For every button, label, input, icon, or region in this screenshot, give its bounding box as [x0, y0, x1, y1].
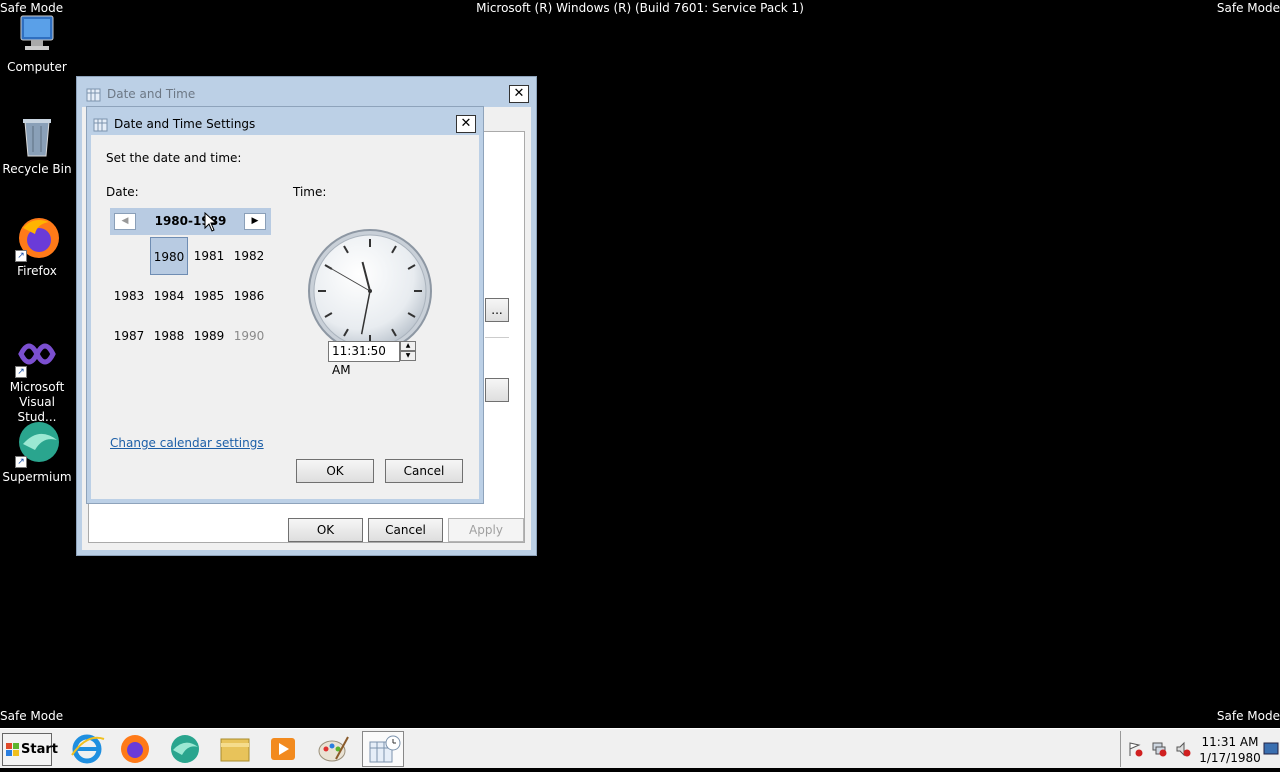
firefox-icon — [121, 735, 149, 763]
paint-icon — [318, 736, 349, 762]
taskbar-date: 1/17/1980 — [1199, 751, 1261, 765]
start-label: Start — [21, 742, 58, 757]
year-cell[interactable]: 1986 — [230, 277, 268, 315]
recycle-bin-icon — [13, 112, 61, 160]
ok-button[interactable]: OK — [288, 518, 363, 542]
desktop-icon-supermium[interactable]: ↗ Supermium — [0, 420, 74, 485]
windows-build-label: Microsoft (R) Windows (R) (Build 7601: S… — [476, 1, 804, 15]
safe-mode-label-bottom-right: Safe Mode — [1216, 709, 1280, 723]
visual-studio-icon: ↗ — [13, 330, 61, 378]
partial-button[interactable]: ... — [485, 298, 509, 322]
dialog-title: Date and Time Settings — [114, 117, 256, 131]
supermium-icon: ↗ — [13, 420, 61, 468]
action-center-flag-icon[interactable] — [1127, 741, 1143, 757]
computer-icon — [13, 10, 61, 58]
date-label: Date: — [106, 185, 139, 199]
close-icon[interactable]: ✕ — [456, 115, 476, 133]
desktop-icon-label: Recycle Bin — [2, 162, 72, 176]
desktop-icon-label: Computer — [7, 60, 67, 74]
cancel-button[interactable]: Cancel — [385, 459, 463, 483]
date-time-icon — [86, 88, 101, 102]
year-cell[interactable]: 1990 — [230, 317, 268, 355]
network-icon[interactable] — [1151, 741, 1167, 757]
desktop-icon-computer[interactable]: Computer — [0, 10, 74, 75]
taskbar: Start 11:31 AM 1/17/1980 — [0, 728, 1280, 768]
volume-icon[interactable] — [1175, 741, 1191, 757]
start-button[interactable]: Start — [2, 733, 58, 766]
date-and-time-settings-dialog: Date and Time Settings ✕ Set the date an… — [86, 106, 484, 504]
year-cell[interactable]: 1980 — [150, 237, 188, 275]
shortcut-arrow-icon: ↗ — [15, 366, 27, 378]
time-down-arrow-icon[interactable]: ▼ — [400, 351, 416, 361]
year-cell[interactable]: 1983 — [110, 277, 148, 315]
desktop-icon-label: Microsoft Visual Stud... — [9, 380, 65, 424]
system-tray: 11:31 AM 1/17/1980 — [1120, 731, 1280, 767]
year-cell[interactable]: 1981 — [190, 237, 228, 275]
time-up-arrow-icon[interactable]: ▲ — [400, 341, 416, 351]
date-time-icon — [369, 735, 401, 763]
windows-logo-icon — [6, 743, 19, 756]
taskbar-time: 11:31 AM — [1201, 735, 1259, 749]
year-cell[interactable]: 1982 — [230, 237, 268, 275]
date-time-icon — [93, 118, 108, 132]
mouse-cursor-icon — [204, 212, 216, 232]
desktop-icon-label: Supermium — [2, 470, 72, 484]
year-cell[interactable]: 1985 — [190, 277, 228, 315]
ok-button[interactable]: OK — [296, 459, 374, 483]
desktop-icon-visual-studio[interactable]: ↗ Microsoft Visual Stud... — [0, 330, 74, 425]
shortcut-arrow-icon: ↗ — [15, 250, 27, 262]
show-desktop-icon[interactable] — [1263, 741, 1279, 757]
safe-mode-label-bottom-left: Safe Mode — [0, 709, 64, 723]
year-cell[interactable]: 1988 — [150, 317, 188, 355]
shortcut-arrow-icon: ↗ — [15, 456, 27, 468]
year-cell[interactable]: 1987 — [110, 317, 148, 355]
firefox-icon: ↗ — [13, 214, 61, 262]
change-calendar-settings-link[interactable]: Change calendar settings — [110, 436, 264, 450]
desktop-icon-firefox[interactable]: ↗ Firefox — [0, 214, 74, 279]
supermium-icon — [171, 735, 199, 763]
desktop-icon-label: Firefox — [17, 264, 57, 278]
partial-button-2[interactable] — [485, 378, 509, 402]
taskbar-firefox[interactable] — [114, 731, 156, 767]
cancel-button[interactable]: Cancel — [368, 518, 443, 542]
internet-explorer-icon — [71, 734, 105, 764]
year-cell[interactable]: 1984 — [150, 277, 188, 315]
calendar-header: ◀ 1980-1989 ▶ — [110, 208, 271, 235]
desktop-icon-recycle-bin[interactable]: Recycle Bin — [0, 112, 74, 177]
window-titlebar[interactable]: Date and Time ✕ — [77, 77, 536, 107]
taskbar-internet-explorer[interactable] — [66, 731, 108, 767]
year-cell[interactable]: 1989 — [190, 317, 228, 355]
window-title: Date and Time — [107, 87, 196, 101]
close-icon[interactable]: ✕ — [509, 85, 529, 103]
safe-mode-label-top-right: Safe Mode — [1216, 1, 1280, 15]
file-explorer-icon — [220, 738, 250, 762]
taskbar-media-player[interactable] — [262, 731, 304, 767]
next-decade-button[interactable]: ▶ — [244, 213, 266, 230]
taskbar-paint[interactable] — [312, 731, 354, 767]
time-input: 11:31:50 AM ▲ ▼ — [328, 341, 418, 377]
dialog-body: Set the date and time: Date: Time: ◀ 198… — [91, 135, 479, 499]
taskbar-date-time[interactable] — [362, 731, 404, 767]
media-player-icon — [271, 738, 295, 760]
taskbar-clock[interactable]: 11:31 AM 1/17/1980 — [1199, 734, 1261, 766]
taskbar-file-explorer[interactable] — [214, 731, 256, 767]
analog-clock — [308, 229, 432, 353]
divider — [485, 337, 509, 338]
instruction-text: Set the date and time: — [106, 151, 242, 165]
apply-button[interactable]: Apply — [448, 518, 524, 542]
time-label: Time: — [293, 185, 327, 199]
time-field[interactable]: 11:31:50 AM — [328, 341, 400, 377]
taskbar-supermium[interactable] — [164, 731, 206, 767]
